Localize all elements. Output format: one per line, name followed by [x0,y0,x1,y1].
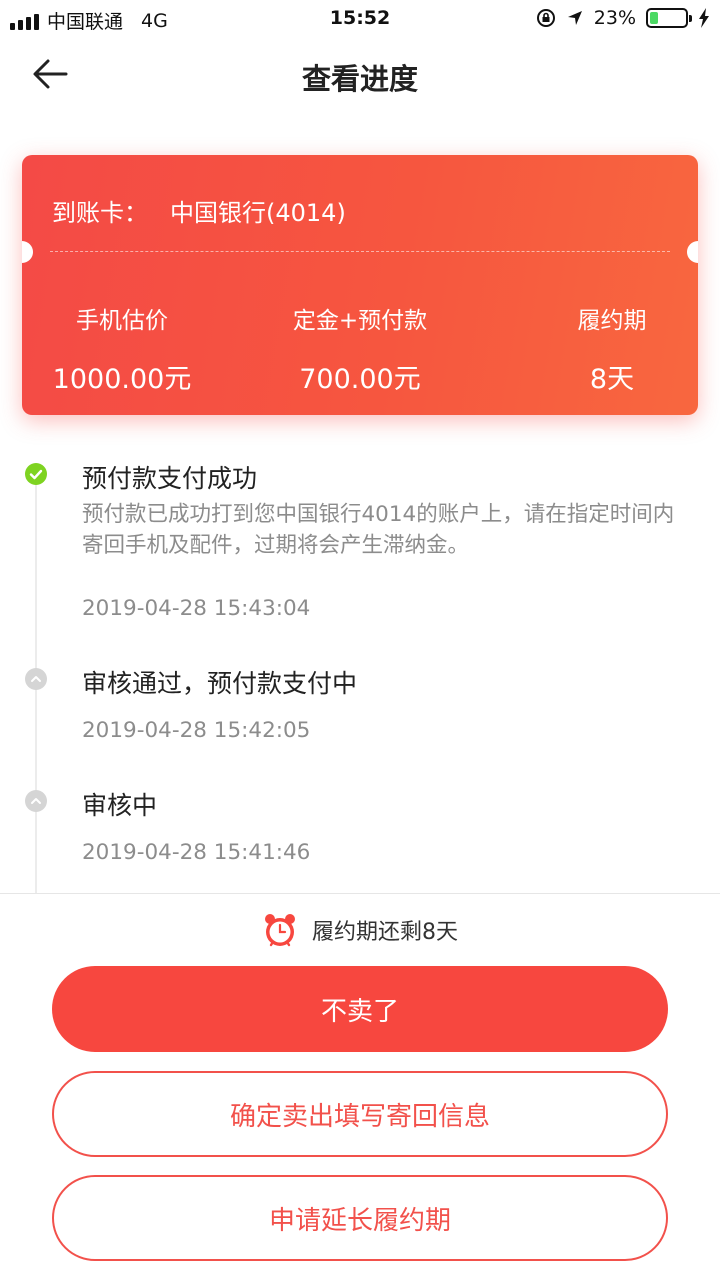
stat-phone-estimate: 手机估价 1000.00元 [36,301,208,396]
stat-deposit: 定金+预付款 700.00元 [260,301,460,396]
timeline-time: 2019-04-28 15:43:04 [82,596,311,621]
location-icon [567,11,582,25]
cancel-sale-button[interactable]: 不卖了 [52,966,668,1052]
battery-percent: 23% [593,7,636,29]
battery-icon [646,8,692,28]
extend-period-button[interactable]: 申请延长履约期 [52,1175,668,1261]
account-value: 中国银行(4014) [170,199,346,227]
card-notch-right [687,241,698,263]
stat-value: 700.00元 [299,364,421,395]
card-notch-left [22,241,33,263]
timeline-line [35,480,37,900]
card-divider [50,251,670,252]
timeline-title: 预付款支付成功 [82,464,258,493]
bottom-action-panel: 履约期还剩8天 不卖了 确定卖出填写寄回信息 申请延长履约期 [0,893,720,1280]
stat-value: 1000.00元 [52,364,192,395]
timeline-time: 2019-04-28 15:42:05 [82,718,311,743]
timeline-title: 审核通过，预付款支付中 [82,669,358,698]
timeline-title: 审核中 [82,791,158,820]
stat-label: 定金+预付款 [292,308,428,334]
success-check-icon [25,463,47,485]
stat-value: 8天 [589,364,635,395]
stat-label: 手机估价 [76,308,168,334]
timeline-description: 预付款已成功打到您中国银行4014的账户上，请在指定时间内寄回手机及配件，过期将… [82,502,675,558]
page-title: 查看进度 [301,62,418,96]
summary-card: 到账卡： 中国银行(4014) 手机估价 1000.00元 定金+预付款 700.… [22,155,698,415]
payout-account: 到账卡： 中国银行(4014) [52,193,346,228]
chevron-up-icon [25,790,47,812]
account-label: 到账卡： [52,199,148,227]
battery-fill [650,12,658,24]
orientation-lock-icon [536,9,555,27]
charging-icon [699,8,709,28]
remaining-period: 履约期还剩8天 [0,912,720,948]
alarm-clock-icon [265,914,295,947]
timeline-time: 2019-04-28 15:41:46 [82,840,311,865]
confirm-sale-button[interactable]: 确定卖出填写寄回信息 [52,1071,668,1157]
stat-contract-period: 履约期 8天 [552,301,672,396]
stat-label: 履约期 [577,308,647,334]
status-bar: 中国联通 4G 15:52 23% [0,0,720,38]
remaining-text: 履约期还剩8天 [312,920,458,945]
status-right: 23% [536,7,710,29]
nav-bar: 查看进度 [0,38,720,110]
chevron-up-icon [25,668,47,690]
